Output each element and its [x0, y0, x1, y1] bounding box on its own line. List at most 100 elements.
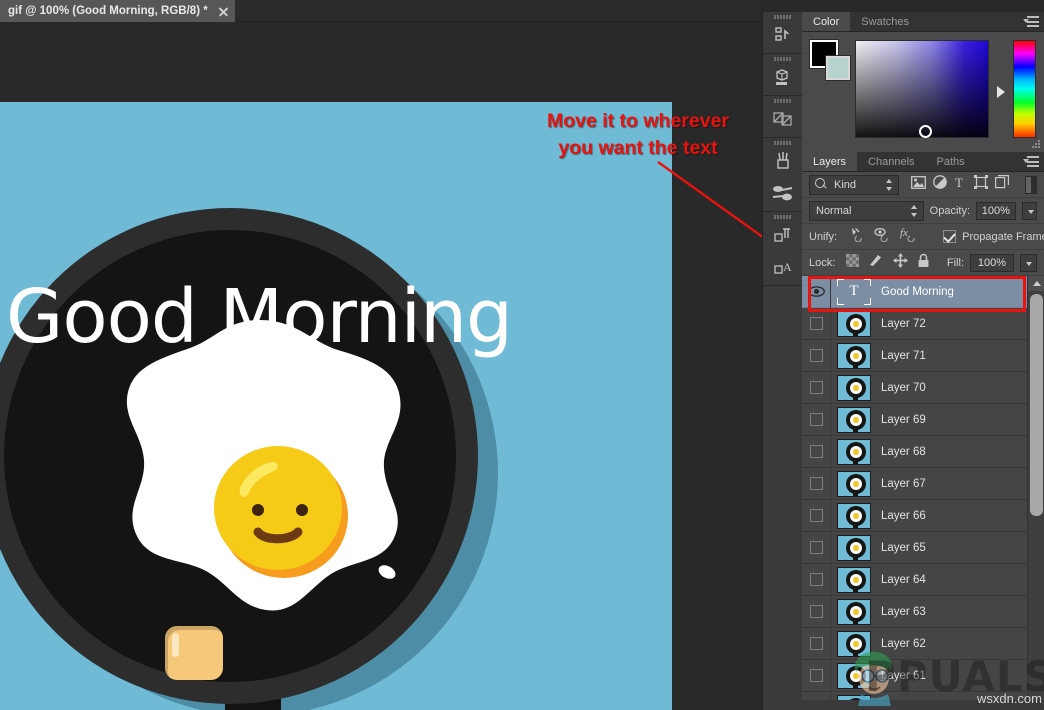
layer-row[interactable]: TGood Morning — [802, 276, 1044, 308]
layer-thumbnail[interactable] — [837, 503, 871, 529]
filter-smartobject-icon[interactable] — [995, 175, 1009, 194]
layer-thumbnail[interactable] — [837, 695, 871, 701]
color-spectrum-field[interactable] — [855, 40, 989, 138]
dock-grip[interactable] — [763, 54, 802, 61]
dock-grip[interactable] — [763, 138, 802, 145]
layer-row[interactable]: Layer 68 — [802, 436, 1044, 468]
layer-row[interactable]: Layer 67 — [802, 468, 1044, 500]
filter-pixel-icon[interactable] — [911, 176, 926, 194]
layer-row[interactable]: Layer 61 — [802, 660, 1044, 692]
layer-row[interactable]: Layer 71 — [802, 340, 1044, 372]
layer-name: Layer 68 — [881, 446, 926, 458]
adjustments-icon[interactable] — [763, 103, 803, 135]
layer-list[interactable]: TGood MorningLayer 72Layer 71Layer 70Lay… — [802, 276, 1044, 700]
panel-menu-icon[interactable] — [1023, 156, 1039, 168]
annotation-line-2: you want the text — [510, 135, 766, 162]
layer-thumbnail[interactable] — [837, 631, 871, 657]
dock-grip[interactable] — [763, 12, 802, 19]
layer-thumbnail[interactable] — [837, 535, 871, 561]
layer-row[interactable]: Layer 62 — [802, 628, 1044, 660]
tab-channels[interactable]: Channels — [857, 152, 925, 171]
layer-thumbnail[interactable] — [837, 407, 871, 433]
tab-layers[interactable]: Layers — [802, 152, 857, 171]
brush-presets-icon[interactable] — [763, 177, 803, 209]
row-divider — [830, 500, 831, 532]
layer-row[interactable]: Layer 65 — [802, 532, 1044, 564]
3d-icon[interactable] — [763, 61, 803, 93]
lock-image-icon[interactable] — [868, 253, 884, 272]
layer-row[interactable]: Layer 60 — [802, 692, 1044, 700]
lock-position-icon[interactable] — [893, 253, 908, 273]
history-icon[interactable] — [763, 19, 803, 51]
filter-kind-select[interactable]: Kind — [809, 175, 899, 195]
artboard[interactable]: Good Morning — [0, 102, 672, 710]
layer-thumbnail[interactable] — [837, 567, 871, 593]
chevron-updown-icon — [908, 202, 921, 220]
layer-thumbnail[interactable] — [837, 375, 871, 401]
layer-row[interactable]: Layer 69 — [802, 404, 1044, 436]
fill-dropdown-icon[interactable] — [1020, 254, 1037, 272]
eye-icon-empty — [810, 381, 823, 394]
layer-visibility-toggle[interactable] — [802, 349, 830, 362]
layer-name: Layer 72 — [881, 318, 926, 330]
blend-mode-select[interactable]: Normal — [809, 201, 924, 221]
layer-visibility-toggle[interactable] — [802, 605, 830, 618]
opacity-input[interactable]: 100% — [976, 202, 1016, 220]
tab-color[interactable]: Color — [802, 12, 850, 31]
document-tab[interactable]: gif @ 100% (Good Morning, RGB/8) * — [0, 0, 235, 22]
layer-visibility-toggle[interactable] — [802, 573, 830, 586]
layer-thumbnail[interactable] — [837, 471, 871, 497]
panel-resizer[interactable] — [1032, 140, 1042, 150]
layer-row[interactable]: Layer 64 — [802, 564, 1044, 596]
row-divider — [830, 564, 831, 596]
layer-row[interactable]: Layer 63 — [802, 596, 1044, 628]
dock-grip[interactable] — [763, 96, 802, 103]
lock-all-icon[interactable] — [917, 253, 930, 273]
lock-transparency-icon[interactable] — [846, 254, 859, 272]
layer-visibility-toggle[interactable] — [802, 286, 830, 297]
layer-visibility-toggle[interactable] — [802, 381, 830, 394]
fill-input[interactable]: 100% — [970, 254, 1014, 272]
filter-adjustment-icon[interactable] — [933, 175, 947, 194]
tab-paths[interactable]: Paths — [926, 152, 976, 171]
scrollbar-thumb[interactable] — [1030, 294, 1043, 516]
row-divider — [830, 692, 831, 701]
layer-row[interactable]: Layer 72 — [802, 308, 1044, 340]
background-color-swatch[interactable] — [826, 56, 850, 80]
unify-position-icon[interactable] — [848, 227, 865, 247]
layer-visibility-toggle[interactable] — [802, 509, 830, 522]
tab-swatches[interactable]: Swatches — [850, 12, 920, 31]
scroll-up-button[interactable] — [1028, 276, 1044, 291]
filter-type-icon[interactable]: T — [954, 176, 967, 194]
character-styles-icon[interactable]: A — [763, 251, 803, 283]
layer-row[interactable]: Layer 70 — [802, 372, 1044, 404]
close-icon[interactable] — [218, 6, 229, 17]
layer-thumbnail[interactable] — [837, 663, 871, 689]
propagate-frame-checkbox[interactable] — [943, 230, 956, 243]
opacity-dropdown-icon[interactable] — [1022, 202, 1037, 220]
layer-row[interactable]: Layer 66 — [802, 500, 1044, 532]
hue-strip[interactable] — [1013, 40, 1036, 138]
panel-menu-icon[interactable] — [1023, 16, 1039, 28]
layer-thumbnail[interactable] — [837, 311, 871, 337]
layer-visibility-toggle[interactable] — [802, 413, 830, 426]
layer-thumbnail[interactable] — [837, 439, 871, 465]
unify-visibility-icon[interactable] — [874, 227, 891, 247]
layer-thumbnail[interactable] — [837, 343, 871, 369]
dock-grip[interactable] — [763, 212, 802, 219]
layer-thumbnail-text[interactable]: T — [837, 279, 871, 305]
color-picker-ring[interactable] — [919, 125, 932, 138]
brush-icon[interactable] — [763, 145, 803, 177]
filter-shape-icon[interactable] — [974, 175, 988, 194]
filter-toggle-icon[interactable] — [1025, 176, 1037, 194]
unify-style-icon[interactable]: fx — [900, 227, 919, 247]
layer-visibility-toggle[interactable] — [802, 541, 830, 554]
layer-visibility-toggle[interactable] — [802, 445, 830, 458]
layer-visibility-toggle[interactable] — [802, 477, 830, 490]
layer-list-scrollbar[interactable] — [1027, 276, 1044, 700]
layer-visibility-toggle[interactable] — [802, 669, 830, 682]
layer-visibility-toggle[interactable] — [802, 317, 830, 330]
paragraph-styles-icon[interactable] — [763, 219, 803, 251]
layer-thumbnail[interactable] — [837, 599, 871, 625]
layer-visibility-toggle[interactable] — [802, 637, 830, 650]
